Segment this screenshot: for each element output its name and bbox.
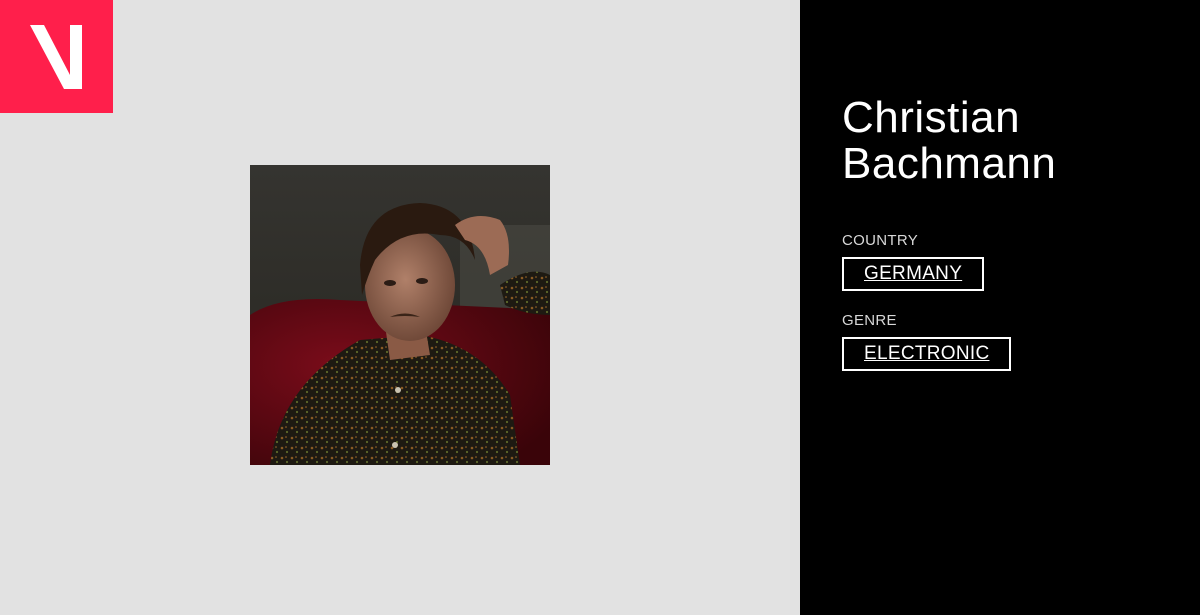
artist-first-name: Christian (842, 93, 1021, 142)
country-tag[interactable]: GERMANY (842, 257, 985, 291)
artist-photo (250, 165, 550, 465)
logo-link[interactable] (0, 0, 113, 113)
genre-tag[interactable]: ELECTRONIC (842, 337, 1012, 371)
artist-portrait (250, 165, 550, 465)
info-pane: Christian Bachmann COUNTRY GERMANY GENRE… (800, 0, 1200, 615)
artist-last-name: Bachmann (842, 139, 1057, 188)
genre-label: GENRE (842, 312, 897, 329)
artist-page: Christian Bachmann COUNTRY GERMANY GENRE… (0, 0, 1200, 615)
country-label: COUNTRY (842, 232, 918, 249)
artist-name: Christian Bachmann (842, 95, 1056, 187)
image-pane (0, 0, 800, 615)
v-logo-icon (30, 25, 82, 89)
